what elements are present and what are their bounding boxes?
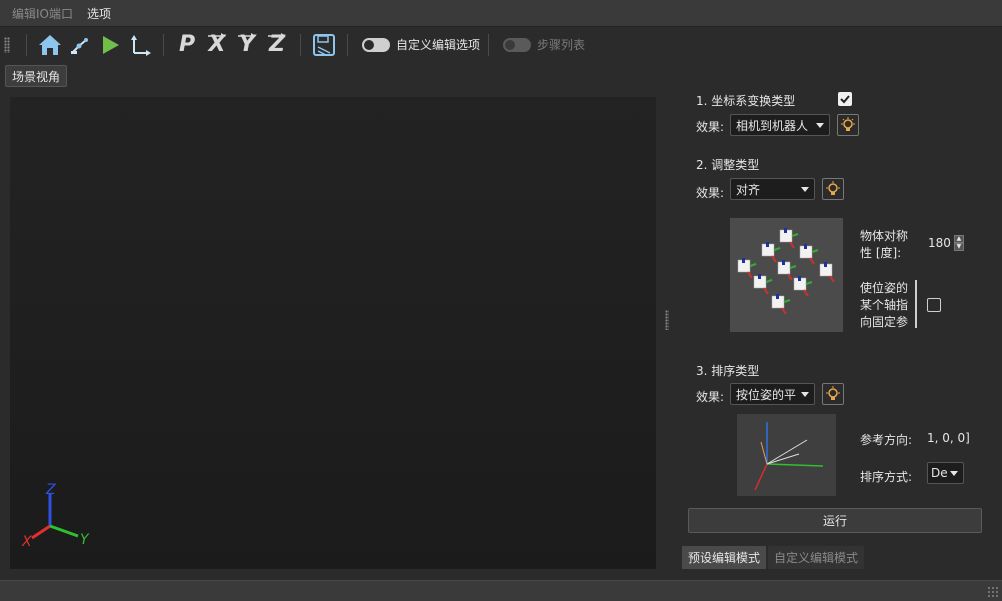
run-button[interactable]: 运行	[688, 508, 982, 533]
axes-button[interactable]	[125, 31, 155, 59]
preset-edit-mode-tab[interactable]: 预设编辑模式	[682, 546, 767, 569]
sort-mode-value: De	[931, 466, 948, 480]
aligned-boxes-illustration	[737, 228, 835, 315]
menu-bar: 编辑IO端口 选项	[0, 0, 1002, 27]
adjust-effect-select[interactable]: 对齐	[730, 178, 815, 200]
toolbar-separator	[488, 33, 490, 56]
axes-icon	[131, 34, 151, 56]
x-axis-button[interactable]: X	[202, 31, 232, 59]
run-button-toolbar[interactable]	[95, 31, 125, 59]
p-button[interactable]: P	[172, 31, 202, 59]
custom-edit-mode-tab[interactable]: 自定义编辑模式	[768, 546, 865, 569]
adjust-effect-label: 效果:	[696, 186, 725, 200]
transform-effect-value: 相机到机器人	[736, 118, 809, 133]
adjust-effect-value: 对齐	[736, 182, 761, 197]
chevron-down-icon	[801, 392, 809, 397]
steps-list-toggle-label: 步骤列表	[537, 38, 586, 52]
chevron-down-icon	[950, 471, 958, 476]
save-icon	[313, 33, 335, 56]
transform-effect-select[interactable]: 相机到机器人	[730, 114, 830, 136]
sort-preview-image	[737, 414, 836, 496]
adjust-preview-image	[730, 218, 843, 332]
scene-view-tab[interactable]: 场景视角	[5, 65, 68, 87]
spin-down-icon[interactable]: ▼	[953, 243, 964, 251]
transform-section-title: 1. 坐标系变换类型	[696, 94, 796, 108]
transform-effect-label: 效果:	[696, 120, 725, 134]
custom-edit-toggle-label: 自定义编辑选项	[396, 38, 481, 52]
menu-item-edit-io-ports[interactable]: 编辑IO端口	[12, 5, 73, 22]
checkmark-icon	[840, 95, 850, 104]
home-icon	[39, 34, 61, 55]
z-axis-button[interactable]: Z	[262, 31, 292, 59]
sort-mode-select[interactable]: De	[927, 462, 964, 484]
symmetry-spin-buttons: ▲ ▼	[953, 235, 964, 251]
toolbar: P X Y Z 自定义编辑选项 步骤列表	[0, 28, 1002, 61]
spin-up-icon[interactable]: ▲	[953, 235, 964, 243]
toggle-knob	[505, 39, 516, 50]
toolbar-separator	[347, 33, 348, 56]
lightbulb-icon	[826, 386, 840, 400]
transform-hint-button[interactable]	[837, 114, 859, 136]
sort-mode-label: 排序方式:	[860, 470, 913, 484]
symmetry-label: 物体对称性 [度]:	[860, 229, 909, 260]
toolbar-separator	[26, 33, 27, 56]
toolbar-grip-icon[interactable]	[4, 36, 10, 53]
symmetry-value: 180	[928, 236, 951, 250]
axis-x-label: X	[21, 534, 32, 550]
save-button[interactable]	[309, 31, 339, 59]
robot-arm-button[interactable]	[65, 31, 95, 59]
custom-edit-toggle[interactable]	[362, 37, 390, 52]
sort-hint-button[interactable]	[822, 383, 844, 405]
toggle-knob	[364, 39, 374, 50]
chevron-down-icon	[801, 187, 809, 192]
settings-panel: 1. 坐标系变换类型 效果: 相机到机器人 2. 调整类型 效果: 对齐 物体对…	[682, 88, 986, 578]
symmetry-spinbox[interactable]: 180 ▲ ▼	[928, 235, 964, 251]
adjust-hint-button[interactable]	[822, 178, 844, 200]
transform-checkbox[interactable]	[838, 92, 852, 106]
toolbar-separator	[300, 33, 301, 56]
fixed-axis-checkbox[interactable]	[927, 298, 941, 312]
resize-grip-icon[interactable]	[987, 586, 999, 598]
home-button[interactable]	[35, 31, 65, 59]
scene-axes-gizmo: Z X Y	[21, 482, 90, 550]
status-bar	[0, 580, 1002, 601]
toolbar-separator	[163, 33, 164, 56]
chevron-down-icon	[816, 123, 824, 128]
menu-item-options[interactable]: 选项	[87, 5, 111, 22]
sort-effect-value: 按位姿的平	[736, 387, 797, 402]
sort-section-title: 3. 排序类型	[696, 364, 760, 378]
ref-direction-label: 参考方向:	[860, 433, 913, 447]
adjust-section-title: 2. 调整类型	[696, 158, 760, 172]
fixed-axis-label: 使位姿的某个轴指向固定参	[860, 281, 909, 329]
steps-list-toggle[interactable]	[503, 37, 532, 52]
sort-axes-illustration	[754, 422, 824, 491]
play-icon	[103, 35, 119, 54]
vector-arrow-icon	[238, 32, 256, 39]
sort-effect-label: 效果:	[696, 390, 725, 404]
label-divider	[915, 280, 917, 328]
lightbulb-icon	[841, 117, 855, 131]
panel-splitter[interactable]	[665, 310, 669, 330]
vector-arrow-icon	[268, 32, 286, 39]
ref-direction-value[interactable]: 1, 0, 0]	[927, 431, 970, 445]
sort-effect-select[interactable]: 按位姿的平	[730, 383, 815, 405]
axis-y-label: Y	[80, 532, 90, 548]
robot-arm-icon	[71, 37, 88, 54]
y-axis-button[interactable]: Y	[232, 31, 262, 59]
axis-z-label: Z	[45, 482, 56, 498]
vector-arrow-icon	[208, 32, 226, 39]
scene-viewport[interactable]: Z X Y	[10, 97, 656, 569]
lightbulb-icon	[826, 181, 840, 195]
p-icon: P	[178, 32, 196, 57]
